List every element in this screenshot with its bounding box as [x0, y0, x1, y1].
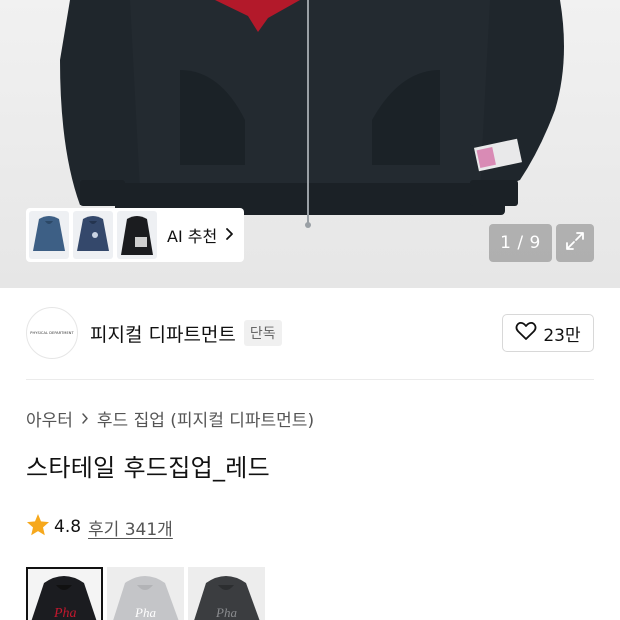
brand-name[interactable]: 피지컬 디파트먼트 [90, 320, 236, 347]
breadcrumb: 아우터 후드 집업 (피지컬 디파트먼트) [26, 406, 314, 431]
breadcrumb-category[interactable]: 아우터 [26, 406, 73, 431]
like-button[interactable]: 23만 [502, 314, 594, 352]
ai-recommend-card[interactable]: AI 추천 [26, 208, 244, 262]
expand-icon [564, 230, 586, 256]
reviews-link[interactable]: 후기 341개 [88, 515, 173, 540]
ai-recommend-label: AI 추천 [167, 227, 218, 246]
rating-score: 4.8 [54, 517, 82, 537]
chevron-right-icon [225, 226, 234, 245]
breadcrumb-subcategory[interactable]: 후드 집업 (피지컬 디파트먼트) [97, 406, 314, 431]
divider [26, 379, 594, 380]
brand-logo[interactable]: PHYSICAL DEPARTMENT [26, 307, 78, 359]
like-count: 23만 [543, 325, 581, 346]
red-option[interactable]: Pha [26, 567, 103, 620]
rating-row: 4.8 후기 341개 [26, 513, 173, 541]
charcoal-option[interactable]: Pha [188, 567, 265, 620]
svg-text:Pha: Pha [53, 606, 77, 620]
image-counter: 1 / 9 [489, 224, 552, 262]
exclusive-badge: 단독 [243, 320, 282, 346]
star-icon [26, 513, 50, 541]
color-options: Pha Pha Pha [26, 567, 265, 620]
brand-logo-text: PHYSICAL DEPARTMENT [30, 331, 74, 335]
denim-hoodie-thumbnail[interactable] [29, 211, 69, 259]
product-image-gallery[interactable]: AI 추천 1 / 9 [0, 0, 620, 288]
chevron-right-icon [81, 412, 89, 425]
svg-text:Pha: Pha [215, 605, 237, 620]
heart-icon [515, 321, 537, 346]
svg-text:Pha: Pha [134, 605, 156, 620]
black-hoodie-thumbnail[interactable] [117, 211, 157, 259]
ai-recommend-link[interactable]: AI 추천 [167, 223, 234, 247]
blue-hoodie-thumbnail[interactable] [73, 211, 113, 259]
expand-image-button[interactable] [556, 224, 594, 262]
gray-option[interactable]: Pha [107, 567, 184, 620]
brand-row: PHYSICAL DEPARTMENT 피지컬 디파트먼트 단독 23만 [26, 307, 594, 359]
product-title: 스타테일 후드집업_레드 [26, 454, 271, 482]
